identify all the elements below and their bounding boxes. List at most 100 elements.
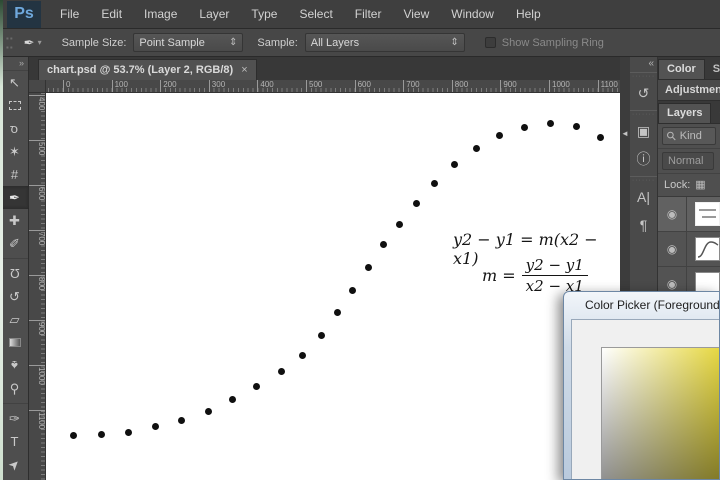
scatter-dot (451, 161, 458, 168)
layer-row-equations[interactable]: ◉ (658, 197, 720, 232)
blend-mode-dropdown[interactable]: Normal (662, 152, 714, 170)
eyedropper-tool[interactable]: ✒ (0, 186, 29, 209)
spinner-icon: ⇕ (450, 37, 459, 48)
color-picker-body (571, 319, 719, 479)
sample-size-dropdown[interactable]: Point Sample ⇕ (133, 33, 244, 52)
crop-tool-icon: # (10, 167, 19, 182)
sample-value: All Layers (310, 36, 360, 49)
eraser-tool-icon: ▱ (9, 311, 20, 327)
menu-window[interactable]: Window (440, 0, 505, 29)
layer-row-curve[interactable]: ◉ (658, 232, 720, 267)
history-panel-icon[interactable]: ↺ (630, 79, 657, 107)
screen-edge-artifact (0, 0, 3, 480)
show-sampling-ring-label: Show Sampling Ring (501, 36, 604, 49)
document-canvas[interactable]: y2 − y1 = m(x2 − x1) m = y2 − y1 x2 − x1 (46, 93, 620, 480)
color-picker-title-bar[interactable]: Color Picker (Foreground C (564, 292, 719, 318)
fraction: y2 − y1 x2 − x1 (521, 256, 588, 295)
photoshop-logo: Ps (7, 0, 41, 28)
pen-tool-icon: ✑ (9, 410, 20, 426)
tab-channels-partial[interactable]: C (711, 104, 720, 123)
sample-label: Sample: (257, 36, 298, 49)
vruler-label: 700 (29, 230, 45, 245)
gradient-tool[interactable] (0, 331, 29, 354)
menu-view[interactable]: View (392, 0, 440, 29)
scatter-dot (597, 134, 604, 141)
hruler-label: 1100 (597, 80, 618, 92)
menu-file[interactable]: File (49, 0, 90, 29)
close-icon[interactable]: × (241, 64, 247, 76)
paragraph-panel-icon[interactable]: ¶ (630, 211, 657, 239)
scatter-dot (70, 432, 77, 439)
history-brush-tool[interactable]: ↺ (0, 285, 29, 308)
layer-thumbnail-curve[interactable] (694, 237, 720, 261)
menu-image[interactable]: Image (133, 0, 188, 29)
expand-panels-button[interactable]: « (630, 57, 657, 69)
move-tool[interactable]: ↖ (0, 71, 29, 94)
healing-brush-tool-icon: ✚ (9, 212, 20, 228)
marquee-tool[interactable] (0, 94, 29, 117)
document-tab[interactable]: chart.psd @ 53.7% (Layer 2, RGB/8) × (38, 59, 257, 80)
tab-color[interactable]: Color (658, 59, 705, 79)
layer-visibility-eye-icon[interactable]: ◉ (667, 277, 677, 291)
clone-stamp-tool[interactable]: Ω (0, 262, 29, 285)
scatter-dot (205, 408, 212, 415)
move-tool-icon: ↖ (9, 74, 20, 90)
healing-brush-tool[interactable]: ✚ (0, 209, 29, 232)
lasso-tool[interactable]: σ (0, 117, 29, 140)
fraction-numerator: y2 − y1 (525, 256, 584, 274)
hruler-label: 300 (208, 80, 225, 92)
scatter-dot (413, 200, 420, 207)
document-tab-title: chart.psd @ 53.7% (Layer 2, RGB/8) (47, 64, 234, 76)
scatter-dot (496, 132, 503, 139)
panel-collapse-arrow-icon[interactable]: ◄ (621, 129, 629, 138)
layers-channels-tabs: Layers C (658, 101, 720, 124)
search-icon: ⚲ (663, 127, 680, 145)
equation-slope-fraction: m = y2 − y1 x2 − x1 (482, 256, 588, 295)
crop-tool[interactable]: # (0, 163, 29, 186)
spinner-icon: ⇕ (229, 37, 238, 48)
magic-wand-tool-icon: ✶ (9, 143, 20, 159)
menu-filter[interactable]: Filter (344, 0, 393, 29)
vertical-ruler: 400 500 600 700 800 900 1000 1100 (29, 93, 46, 480)
ruler-corner (29, 80, 46, 93)
hruler-label: 0 (63, 80, 70, 92)
dodge-tool-icon: ⚲ (9, 380, 20, 396)
magic-wand-tool[interactable]: ✶ (0, 140, 29, 163)
type-tool[interactable]: T (0, 430, 29, 453)
toolbar-collapse-button[interactable]: » (0, 57, 28, 71)
layer-thumbnail-equations[interactable] (694, 202, 720, 226)
menu-layer[interactable]: Layer (188, 0, 240, 29)
menu-select[interactable]: Select (288, 0, 343, 29)
tab-layers[interactable]: Layers (658, 103, 712, 123)
brush-tool[interactable]: ✐ (0, 232, 29, 255)
sample-dropdown[interactable]: All Layers ⇕ (304, 33, 465, 52)
info-panel-icon[interactable]: ⓘ (630, 145, 657, 173)
menu-type[interactable]: Type (240, 0, 288, 29)
3d-materials-panel-icon[interactable]: ▣ (630, 117, 657, 145)
scatter-dot (318, 332, 325, 339)
tab-swatches-partial[interactable]: Sw (705, 60, 720, 79)
lock-transparency-icon[interactable]: ▦ (695, 178, 705, 191)
lasso-tool-icon: σ (10, 121, 19, 136)
menu-edit[interactable]: Edit (90, 0, 133, 29)
layers-panel: ⚲ Kind Normal Lock: ▦ ◉ ◉ ◉ (658, 124, 720, 302)
layer-visibility-eye-icon[interactable]: ◉ (667, 207, 677, 221)
dodge-tool[interactable]: ⚲ (0, 377, 29, 400)
blend-mode-row: Normal (658, 149, 720, 174)
hruler-label: 1000 (549, 80, 570, 92)
pen-tool[interactable]: ✑ (0, 407, 29, 430)
vruler-label: 500 (29, 140, 45, 155)
saturation-brightness-field[interactable] (601, 347, 719, 479)
tools-panel: » ↖ σ ✶ # ✒ ✚ ✐ Ω ↺ ▱ ♠ ⚲ ✑ T ➤ (0, 57, 29, 480)
blur-tool[interactable]: ♠ (0, 354, 29, 377)
eraser-tool[interactable]: ▱ (0, 308, 29, 331)
layer-visibility-eye-icon[interactable]: ◉ (667, 242, 677, 256)
path-select-tool[interactable]: ➤ (0, 453, 29, 476)
adjustments-panel-header[interactable]: Adjustments (658, 80, 720, 101)
character-panel-icon[interactable]: A| (630, 183, 657, 211)
scatter-dot (573, 123, 580, 130)
menu-help[interactable]: Help (505, 0, 552, 29)
show-sampling-ring-checkbox[interactable] (484, 37, 496, 48)
kind-filter-dropdown[interactable]: ⚲ Kind (662, 127, 716, 145)
tool-preset-picker[interactable]: ✒ ▾ (18, 33, 48, 53)
